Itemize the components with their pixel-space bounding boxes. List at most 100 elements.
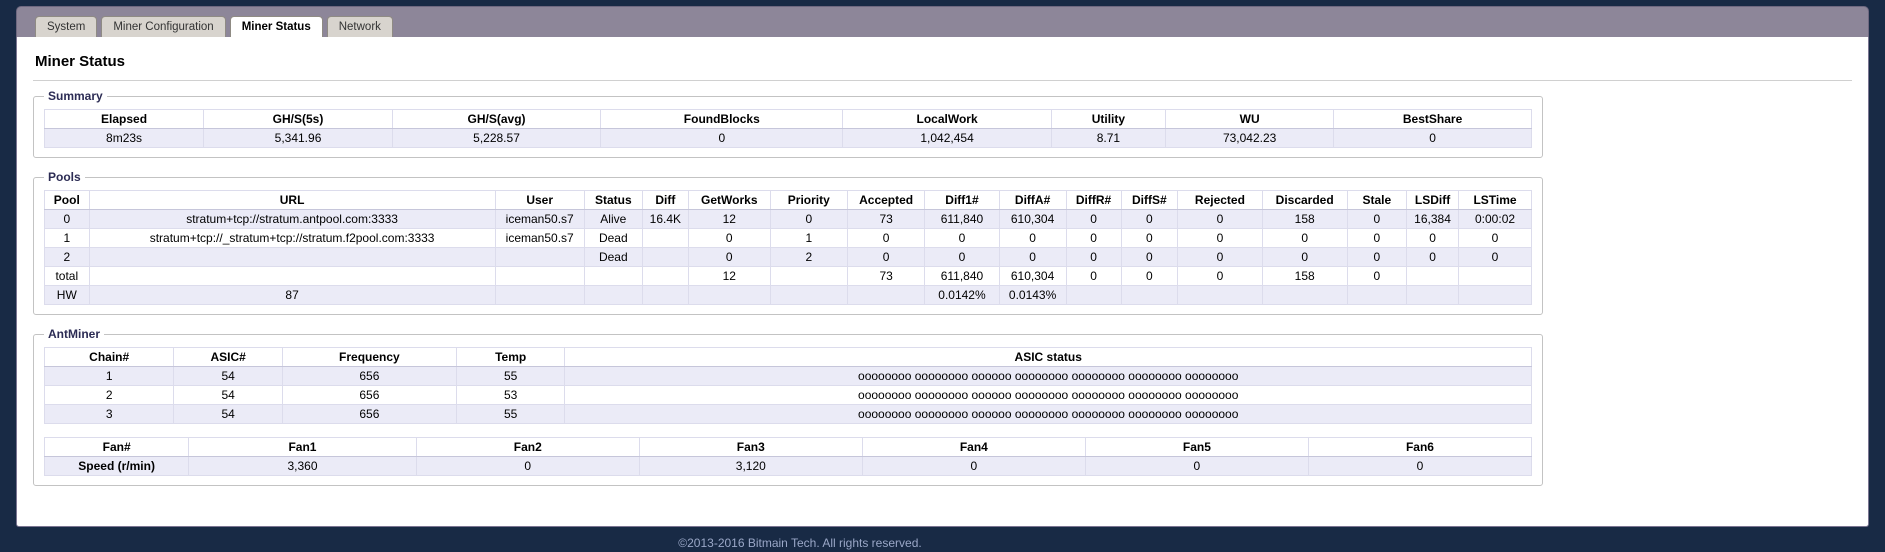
summary-legend: Summary (48, 89, 103, 103)
table-cell: 656 (281, 366, 457, 386)
table-row: 1 54 656 55 oooooooo oooooooo oooooo ooooooo… (43, 366, 1532, 386)
table-cell: 0 (1458, 228, 1532, 248)
table-cell: 0 (1120, 247, 1179, 267)
table-cell: 1 (769, 228, 848, 248)
table-cell: 54 (173, 404, 283, 424)
table-cell (1120, 285, 1179, 305)
table-cell: 12 (687, 266, 771, 286)
table-cell: Speed (r/min) (43, 456, 190, 476)
table-row: 2 54 656 53 oooooooo oooooooo oooooo ooooooo… (43, 385, 1532, 405)
table-cell: 158 (1261, 266, 1348, 286)
table-cell: 0 (44, 209, 90, 229)
table-cell: 1 (43, 366, 175, 386)
tab-bar: System Miner Configuration Miner Status … (16, 6, 1869, 37)
table-cell: 610,304 (998, 266, 1067, 286)
table-cell: 0 (1065, 228, 1122, 248)
tab-miner-status[interactable]: Miner Status (229, 16, 323, 37)
table-cell: 610,304 (998, 209, 1067, 229)
column-header: Fan# (43, 437, 190, 457)
table-cell: 0 (1346, 209, 1408, 229)
column-header: Frequency (281, 347, 457, 367)
table-cell (494, 247, 585, 267)
table-header-row: Pool URL User Status Diff GetWorks Priority Acc… (44, 190, 1532, 210)
column-header: FoundBlocks (600, 109, 844, 129)
table-cell: 1 (44, 228, 90, 248)
table-row: 3 54 656 55 oooooooo oooooooo oooooo ooooooo… (43, 404, 1532, 424)
table-cell: 0:00:02 (1458, 209, 1532, 229)
table-cell: HW (44, 285, 90, 305)
table-cell: iceman50.s7 (494, 209, 585, 229)
table-cell: 0 (846, 228, 926, 248)
table-cell: 0 (1458, 247, 1532, 267)
column-header: Fan6 (1307, 437, 1533, 457)
column-header: Accepted (846, 190, 926, 210)
column-header: Fan2 (415, 437, 640, 457)
table-row: 8m23s 5,341.96 5,228.57 0 1,042,454 8.71 73,04… (43, 128, 1532, 148)
table-cell: 0 (1333, 128, 1532, 148)
table-cell: Alive (583, 209, 643, 229)
table-cell: 158 (1261, 209, 1348, 229)
column-header: WU (1165, 109, 1335, 129)
table-cell: 54 (173, 366, 283, 386)
table-cell: 0 (1065, 209, 1122, 229)
tab-system[interactable]: System (35, 16, 98, 37)
table-cell (1065, 285, 1122, 305)
table-cell (88, 266, 496, 286)
column-header: Pool (44, 190, 90, 210)
table-cell: 0 (1120, 266, 1179, 286)
tab-network[interactable]: Network (326, 16, 393, 37)
table-cell: oooooooo oooooooo oooooo oooooooo oooooo… (564, 385, 1532, 405)
column-header: Diff1# (924, 190, 1000, 210)
chains-table: Chain# ASIC# Frequency Temp ASIC status 1 54 65… (43, 347, 1532, 424)
table-cell: 8m23s (43, 128, 205, 148)
column-header: Fan5 (1084, 437, 1309, 457)
table-cell: 0 (1261, 247, 1348, 267)
table-cell: 54 (173, 385, 283, 405)
pools-section: Pools Pool URL User Status Diff GetWorks Prior… (33, 170, 1543, 315)
table-cell: 611,840 (924, 266, 1000, 286)
table-cell: 0 (1177, 228, 1263, 248)
table-cell: 0 (1084, 456, 1309, 476)
table-cell (641, 285, 689, 305)
column-header: Rejected (1177, 190, 1263, 210)
table-cell (769, 285, 848, 305)
column-header: User (494, 190, 585, 210)
column-header: LocalWork (842, 109, 1052, 129)
table-cell: 0 (415, 456, 640, 476)
table-cell (1458, 266, 1532, 286)
table-cell (1458, 285, 1532, 305)
table-cell (1346, 285, 1408, 305)
table-cell: 0 (1406, 247, 1460, 267)
table-header-row: Elapsed GH/S(5s) GH/S(avg) FoundBlocks Local… (43, 109, 1532, 129)
column-header: DiffR# (1065, 190, 1122, 210)
column-header: Chain# (43, 347, 175, 367)
table-cell: 0 (1065, 247, 1122, 267)
table-cell: 2 (769, 247, 848, 267)
table-cell: 73,042.23 (1165, 128, 1335, 148)
table-cell: total (44, 266, 90, 286)
table-row: HW 87 0.0142% 0.0143% (44, 285, 1532, 305)
table-cell: 16,384 (1406, 209, 1460, 229)
table-cell: 0.0142% (924, 285, 1000, 305)
table-cell (687, 285, 771, 305)
table-cell (494, 266, 585, 286)
table-cell: oooooooo oooooooo oooooo oooooooo oooooo… (564, 404, 1532, 424)
table-cell: 2 (43, 385, 175, 405)
tab-miner-configuration[interactable]: Miner Configuration (101, 16, 226, 37)
table-cell: 87 (88, 285, 496, 305)
summary-table: Elapsed GH/S(5s) GH/S(avg) FoundBlocks Local… (43, 109, 1532, 148)
table-row: total 12 73 611,840 610,304 0 0 0 158 0 (44, 266, 1532, 286)
table-cell (769, 266, 848, 286)
column-header: Temp (455, 347, 566, 367)
table-cell: 0 (1346, 266, 1408, 286)
table-cell (494, 285, 585, 305)
table-cell: 611,840 (924, 209, 1000, 229)
table-cell: 0 (998, 247, 1067, 267)
table-cell: 0 (1346, 228, 1408, 248)
table-cell: 0 (1177, 247, 1263, 267)
table-cell: 0 (998, 228, 1067, 248)
page-title: Miner Status (35, 53, 126, 70)
column-header: Status (583, 190, 643, 210)
table-cell: 656 (281, 404, 457, 424)
table-cell (88, 247, 496, 267)
